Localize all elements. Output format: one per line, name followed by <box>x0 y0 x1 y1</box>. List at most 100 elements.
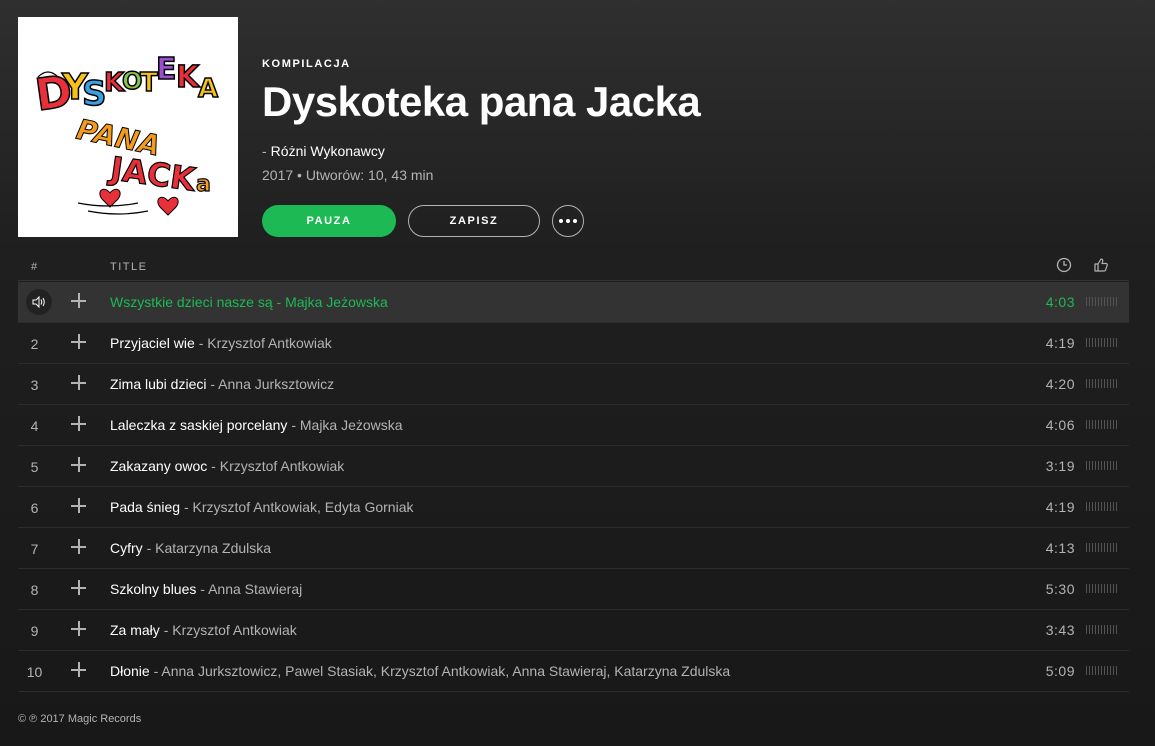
track-row[interactable]: 8 Szkolny blues - Anna Stawieraj 5:30 <box>18 569 1129 610</box>
track-artists[interactable]: Majka Jeżowska <box>285 294 388 310</box>
track-separator: - <box>211 458 216 474</box>
popularity-bar <box>1086 461 1118 470</box>
add-track-icon[interactable] <box>71 539 87 555</box>
popularity-bar <box>1086 666 1118 675</box>
track-row[interactable]: Wszystkie dzieci nasze są - Majka Jeżows… <box>18 282 1129 323</box>
popularity-bar <box>1086 297 1118 306</box>
artist-prefix: - <box>262 143 267 159</box>
clock-icon[interactable] <box>1056 257 1072 276</box>
track-song[interactable]: Zakazany owoc <box>110 458 207 474</box>
track-separator: - <box>291 417 296 433</box>
track-row[interactable]: 5 Zakazany owoc - Krzysztof Antkowiak 3:… <box>18 446 1129 487</box>
track-row[interactable]: 6 Pada śnieg - Krzysztof Antkowiak, Edyt… <box>18 487 1129 528</box>
track-duration: 4:20 <box>1045 376 1075 392</box>
track-song[interactable]: Wszystkie dzieci nasze są <box>110 294 273 310</box>
track-artists[interactable]: Anna Stawieraj <box>208 581 302 597</box>
track-number: 9 <box>30 623 39 639</box>
album-artist-line: - Różni Wykonawcy <box>262 143 385 159</box>
dot-icon <box>573 219 577 223</box>
track-duration: 4:03 <box>1045 294 1075 310</box>
dot-icon <box>559 219 563 223</box>
add-track-icon[interactable] <box>71 580 87 596</box>
svg-text:A: A <box>198 74 218 104</box>
column-number: # <box>31 261 39 273</box>
track-row[interactable]: 7 Cyfry - Katarzyna Zdulska 4:13 <box>18 528 1129 569</box>
copyright-footer: © ℗ 2017 Magic Records <box>18 713 142 725</box>
album-cover-art: D Y S K O T E K A PANA JACK a <box>18 17 238 237</box>
track-song[interactable]: Za mały <box>110 622 160 638</box>
add-track-icon[interactable] <box>71 621 87 637</box>
track-title: Cyfry - Katarzyna Zdulska <box>110 540 271 556</box>
popularity-bar <box>1086 543 1118 552</box>
track-separator: - <box>276 294 282 310</box>
album-cover: D Y S K O T E K A PANA JACK a <box>18 17 238 237</box>
popularity-bar <box>1086 584 1118 593</box>
track-song[interactable]: Szkolny blues <box>110 581 196 597</box>
track-number: 10 <box>26 664 43 680</box>
track-number: 2 <box>30 336 39 352</box>
track-artists[interactable]: Krzysztof Antkowiak <box>220 458 345 474</box>
track-separator: - <box>146 540 152 556</box>
track-title: Laleczka z saskiej porcelany - Majka Jeż… <box>110 417 403 433</box>
popularity-bar <box>1086 379 1118 388</box>
add-track-icon[interactable] <box>71 662 87 678</box>
track-row[interactable]: 3 Zima lubi dzieci - Anna Jurksztowicz 4… <box>18 364 1129 405</box>
track-separator: - <box>198 335 204 351</box>
track-row[interactable]: 2 Przyjaciel wie - Krzysztof Antkowiak 4… <box>18 323 1129 364</box>
track-artists[interactable]: Krzysztof Antkowiak <box>207 335 332 351</box>
track-artists[interactable]: Katarzyna Zdulska <box>155 540 271 556</box>
more-options-button[interactable] <box>552 205 584 237</box>
track-number: 3 <box>30 377 39 393</box>
track-number: 5 <box>30 459 39 475</box>
track-song[interactable]: Pada śnieg <box>110 499 180 515</box>
track-title: Pada śnieg - Krzysztof Antkowiak, Edyta … <box>110 499 414 515</box>
add-track-icon[interactable] <box>71 457 87 473</box>
track-row[interactable]: 10 Dłonie - Anna Jurksztowicz, Pawel Sta… <box>18 651 1129 692</box>
track-title: Zakazany owoc - Krzysztof Antkowiak <box>110 458 344 474</box>
album-title: Dyskoteka pana Jacka <box>262 78 701 125</box>
track-title: Wszystkie dzieci nasze są - Majka Jeżows… <box>110 294 388 310</box>
album-meta: 2017 • Utworów: 10, 43 min <box>262 167 434 183</box>
add-track-icon[interactable] <box>71 416 87 432</box>
track-duration: 5:30 <box>1045 581 1075 597</box>
save-button[interactable]: ZAPISZ <box>408 205 540 237</box>
track-separator: - <box>153 663 159 679</box>
track-duration: 4:19 <box>1045 499 1075 515</box>
add-track-icon[interactable] <box>71 293 87 309</box>
track-song[interactable]: Laleczka z saskiej porcelany <box>110 417 287 433</box>
album-artist-link[interactable]: Różni Wykonawcy <box>271 143 385 159</box>
add-track-icon[interactable] <box>71 334 87 350</box>
album-kind-label: KOMPILACJA <box>262 58 351 70</box>
track-song[interactable]: Zima lubi dzieci <box>110 376 206 392</box>
tracklist: Wszystkie dzieci nasze są - Majka Jeżows… <box>18 282 1129 692</box>
speaker-icon[interactable] <box>26 289 52 315</box>
add-track-icon[interactable] <box>71 375 87 391</box>
track-artists[interactable]: Majka Jeżowska <box>300 417 403 433</box>
track-artists[interactable]: Anna Jurksztowicz, Pawel Stasiak, Krzysz… <box>161 663 730 679</box>
track-artists[interactable]: Anna Jurksztowicz <box>218 376 334 392</box>
track-number: 6 <box>30 500 39 516</box>
track-separator: - <box>200 581 205 597</box>
add-track-icon[interactable] <box>71 498 87 514</box>
track-duration: 3:43 <box>1045 622 1075 638</box>
track-song[interactable]: Dłonie <box>110 663 150 679</box>
svg-text:a: a <box>196 172 211 197</box>
track-artists[interactable]: Krzysztof Antkowiak, Edyta Gorniak <box>193 499 414 515</box>
track-row[interactable]: 9 Za mały - Krzysztof Antkowiak 3:43 <box>18 610 1129 651</box>
track-number: 8 <box>30 582 39 598</box>
track-title: Dłonie - Anna Jurksztowicz, Pawel Stasia… <box>110 663 730 679</box>
pause-button[interactable]: PAUZA <box>262 205 396 237</box>
track-title: Zima lubi dzieci - Anna Jurksztowicz <box>110 376 334 392</box>
track-number: 7 <box>30 541 39 557</box>
track-artists[interactable]: Krzysztof Antkowiak <box>172 622 297 638</box>
track-title: Szkolny blues - Anna Stawieraj <box>110 581 302 597</box>
track-song[interactable]: Przyjaciel wie <box>110 335 195 351</box>
track-separator: - <box>210 376 216 392</box>
column-title[interactable]: TITLE <box>110 261 147 273</box>
track-title: Za mały - Krzysztof Antkowiak <box>110 622 297 638</box>
track-duration: 4:06 <box>1045 417 1075 433</box>
track-row[interactable]: 4 Laleczka z saskiej porcelany - Majka J… <box>18 405 1129 446</box>
track-song[interactable]: Cyfry <box>110 540 143 556</box>
thumbs-up-icon[interactable] <box>1093 257 1109 276</box>
track-duration: 5:09 <box>1045 663 1075 679</box>
